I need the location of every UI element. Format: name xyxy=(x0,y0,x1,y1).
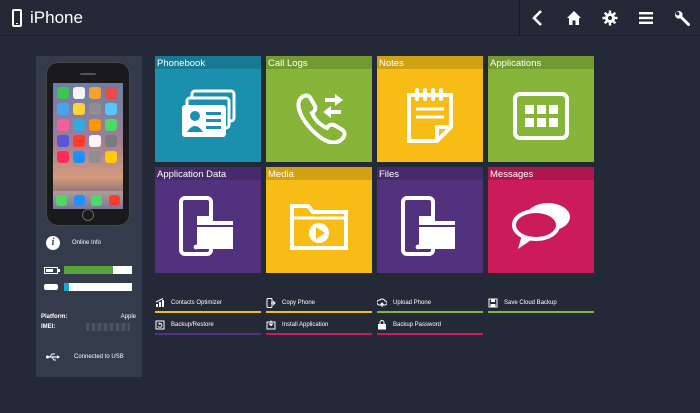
online-info-link[interactable]: i Online Info xyxy=(46,236,101,250)
optimizer-icon xyxy=(155,298,165,308)
device-panel: i Online Info Platform: Apple IMEI: Conn… xyxy=(36,56,142,377)
action-underline xyxy=(488,311,594,313)
action-underline xyxy=(377,333,483,335)
action-label: Install Application xyxy=(282,322,329,328)
menu-icon xyxy=(639,12,653,24)
gear-icon xyxy=(602,10,618,26)
contacts-cards-icon xyxy=(155,69,261,162)
tile-applications[interactable]: Applications xyxy=(488,56,594,162)
settings-button[interactable] xyxy=(592,0,628,36)
battery-icon xyxy=(44,266,60,274)
iphone-icon xyxy=(12,9,22,27)
battery-bar xyxy=(64,266,132,274)
action-underline xyxy=(266,333,372,335)
app-grid-icon xyxy=(488,69,594,162)
menu-button[interactable] xyxy=(628,0,664,36)
notepad-icon xyxy=(377,69,483,162)
phone-folder-icon xyxy=(155,180,261,273)
phone-dock xyxy=(53,191,123,209)
usb-icon xyxy=(46,353,60,361)
storage-icon xyxy=(44,284,58,290)
connection-label: Connected to USB xyxy=(74,354,124,360)
app-title: iPhone xyxy=(30,8,83,27)
storage-row xyxy=(44,283,134,291)
tile-label: Phonebook xyxy=(157,58,206,69)
phone-speaker xyxy=(80,73,96,75)
battery-bar-fill xyxy=(64,266,113,274)
action-install-application[interactable]: Install Application xyxy=(266,318,372,335)
device-image xyxy=(46,62,130,226)
call-logs-icon xyxy=(266,69,372,162)
tile-label: Notes xyxy=(379,58,404,69)
copy-phone-icon xyxy=(266,298,276,308)
tile-call-logs[interactable]: Call Logs xyxy=(266,56,372,162)
platform-label: Platform: xyxy=(41,314,68,320)
action-label: Contacts Optimizer xyxy=(171,300,223,306)
home-button[interactable] xyxy=(556,0,592,36)
upload-phone-icon xyxy=(377,298,387,308)
action-backup-password[interactable]: Backup Password xyxy=(377,318,483,335)
action-underline xyxy=(266,311,372,313)
cloud-backup-icon xyxy=(488,298,498,308)
tile-application-data[interactable]: Application Data xyxy=(155,167,261,273)
tile-label: Files xyxy=(379,169,400,180)
phone-home-button xyxy=(82,209,94,221)
tile-messages[interactable]: Messages xyxy=(488,167,594,273)
action-label: Save Cloud Backup xyxy=(504,300,557,306)
phone-folder-icon xyxy=(377,180,483,273)
action-label: Backup Password xyxy=(393,322,442,328)
connection-status: Connected to USB xyxy=(46,353,124,361)
storage-bar xyxy=(64,283,132,291)
tile-label: Applications xyxy=(490,58,542,69)
action-underline xyxy=(155,333,261,335)
action-save-cloud-backup[interactable]: Save Cloud Backup xyxy=(488,296,594,313)
info-icon: i xyxy=(46,236,60,250)
action-label: Copy Phone xyxy=(282,300,316,306)
imei-value-masked xyxy=(86,323,130,331)
tile-phonebook[interactable]: Phonebook xyxy=(155,56,261,162)
home-screen-apps xyxy=(57,87,119,163)
tile-media[interactable]: Media xyxy=(266,167,372,273)
action-label: Upload Phone xyxy=(393,300,432,306)
media-folder-icon xyxy=(266,180,372,273)
phone-screen xyxy=(53,83,123,209)
tile-label: Messages xyxy=(490,169,534,180)
home-icon xyxy=(567,11,581,25)
app-title-group: iPhone xyxy=(12,6,83,30)
action-copy-phone[interactable]: Copy Phone xyxy=(266,296,372,313)
tile-label: Call Logs xyxy=(268,58,308,69)
action-underline xyxy=(155,311,261,313)
backup-password-icon xyxy=(377,320,387,330)
action-upload-phone[interactable]: Upload Phone xyxy=(377,296,483,313)
tile-notes[interactable]: Notes xyxy=(377,56,483,162)
backup-restore-icon xyxy=(155,320,165,330)
tile-label: Media xyxy=(268,169,294,180)
tools-button[interactable] xyxy=(664,0,700,36)
wrench-icon xyxy=(675,11,690,26)
title-bar: iPhone xyxy=(0,0,700,36)
back-icon xyxy=(532,10,542,26)
battery-row xyxy=(44,266,134,274)
platform-value: Apple xyxy=(120,314,136,320)
action-contacts-optimizer[interactable]: Contacts Optimizer xyxy=(155,296,261,313)
tile-files[interactable]: Files xyxy=(377,167,483,273)
action-label: Backup/Restore xyxy=(171,322,214,328)
back-button[interactable] xyxy=(520,0,556,36)
action-backup-restore[interactable]: Backup/Restore xyxy=(155,318,261,335)
online-info-label: Online Info xyxy=(72,240,102,246)
action-underline xyxy=(377,311,483,313)
imei-label: IMEI: xyxy=(41,324,56,330)
tile-label: Application Data xyxy=(157,169,227,180)
toolbar xyxy=(519,0,700,36)
chat-bubbles-icon xyxy=(488,180,594,273)
install-app-icon xyxy=(266,320,276,330)
storage-bar-fill xyxy=(64,283,70,291)
